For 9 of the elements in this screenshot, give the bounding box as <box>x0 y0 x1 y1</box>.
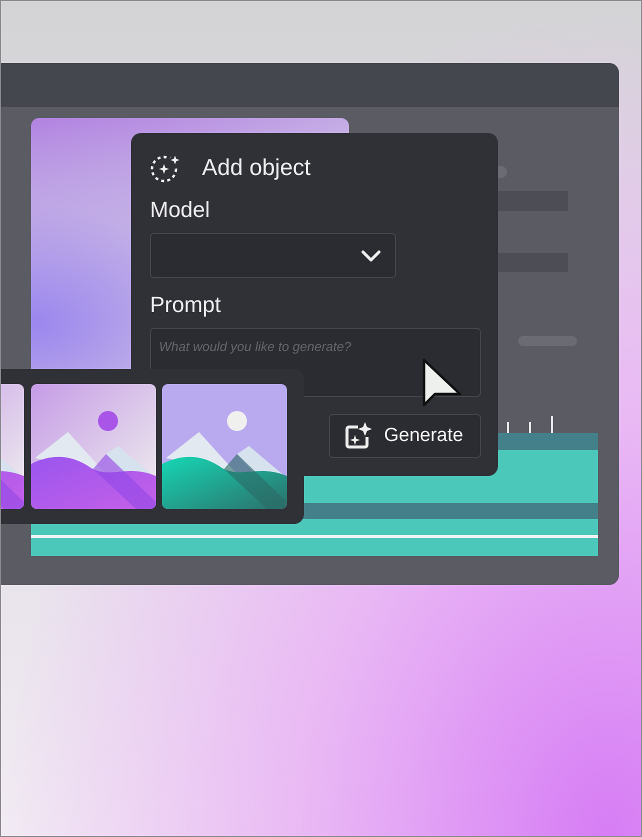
prompt-label: Prompt <box>150 292 222 318</box>
dialog-title: Add object <box>202 154 311 180</box>
panel-bar <box>498 253 568 272</box>
model-dropdown[interactable] <box>150 233 396 278</box>
chevron-down-icon <box>361 250 381 262</box>
panel-bar <box>498 191 568 211</box>
generate-button[interactable]: Generate <box>329 414 481 458</box>
model-label: Model <box>150 197 211 223</box>
sparkle-image-icon <box>344 422 372 450</box>
